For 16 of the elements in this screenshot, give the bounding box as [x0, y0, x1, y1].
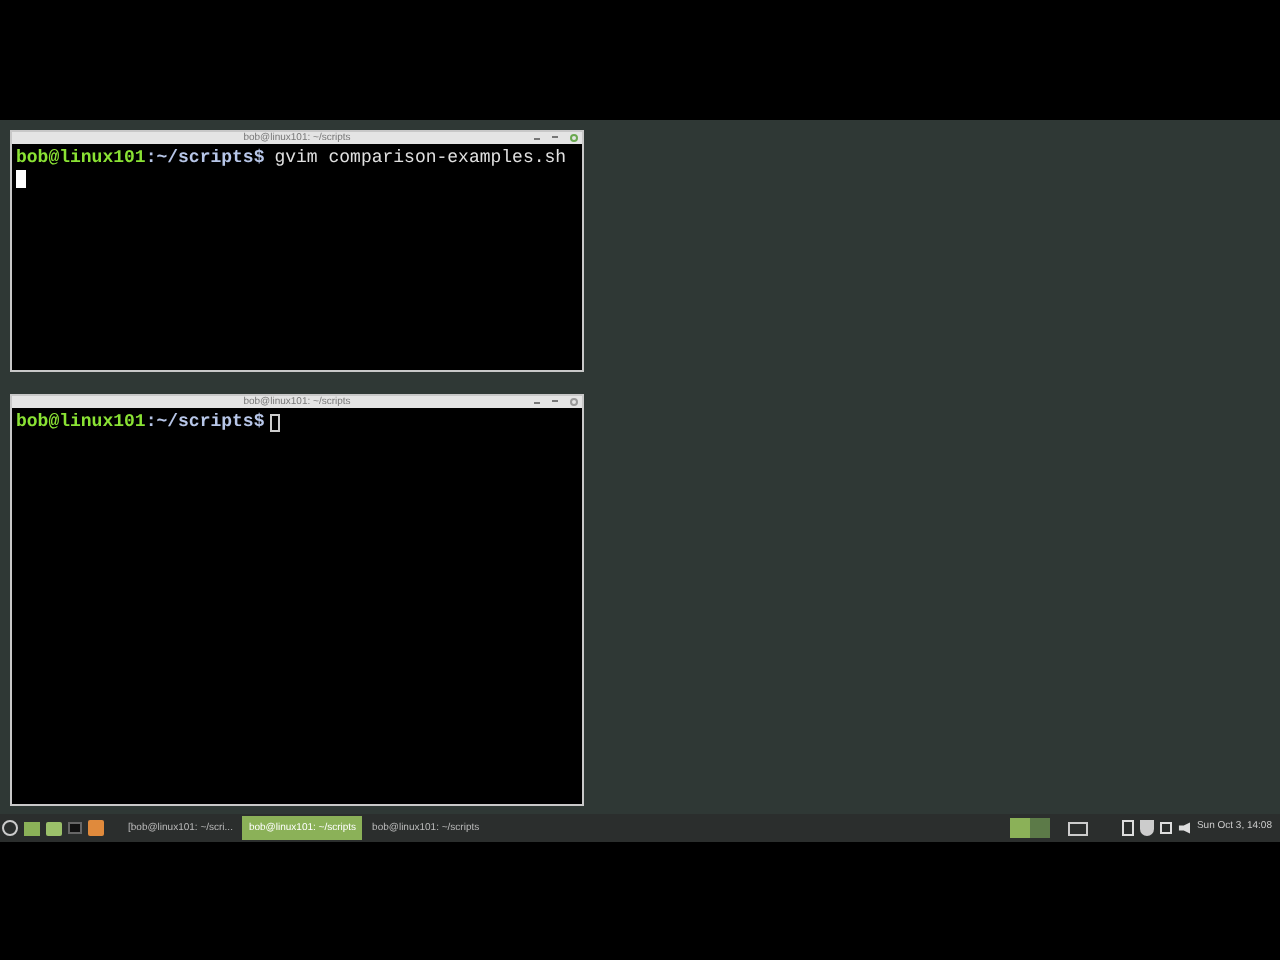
prompt-user: bob@linux101 — [16, 148, 146, 170]
shield-icon[interactable] — [1140, 820, 1155, 836]
command-text: gvim comparison-examples.sh — [274, 148, 567, 170]
workspace-cell[interactable] — [1030, 818, 1051, 838]
close-icon[interactable] — [570, 134, 578, 142]
workspace-switcher[interactable] — [1010, 818, 1051, 838]
workspace-cell[interactable] — [1010, 818, 1031, 838]
prompt-path: :~/scripts$ — [145, 148, 265, 170]
close-icon[interactable] — [570, 398, 578, 406]
window-icon[interactable] — [1160, 822, 1173, 834]
display-icon[interactable] — [1068, 821, 1089, 835]
menu-icon[interactable] — [2, 820, 18, 836]
volume-icon[interactable] — [1178, 822, 1191, 834]
prompt-path: :~/scripts$ — [145, 412, 265, 434]
prompt-user: bob@linux101 — [16, 412, 146, 434]
terminal-icon[interactable] — [68, 822, 82, 834]
